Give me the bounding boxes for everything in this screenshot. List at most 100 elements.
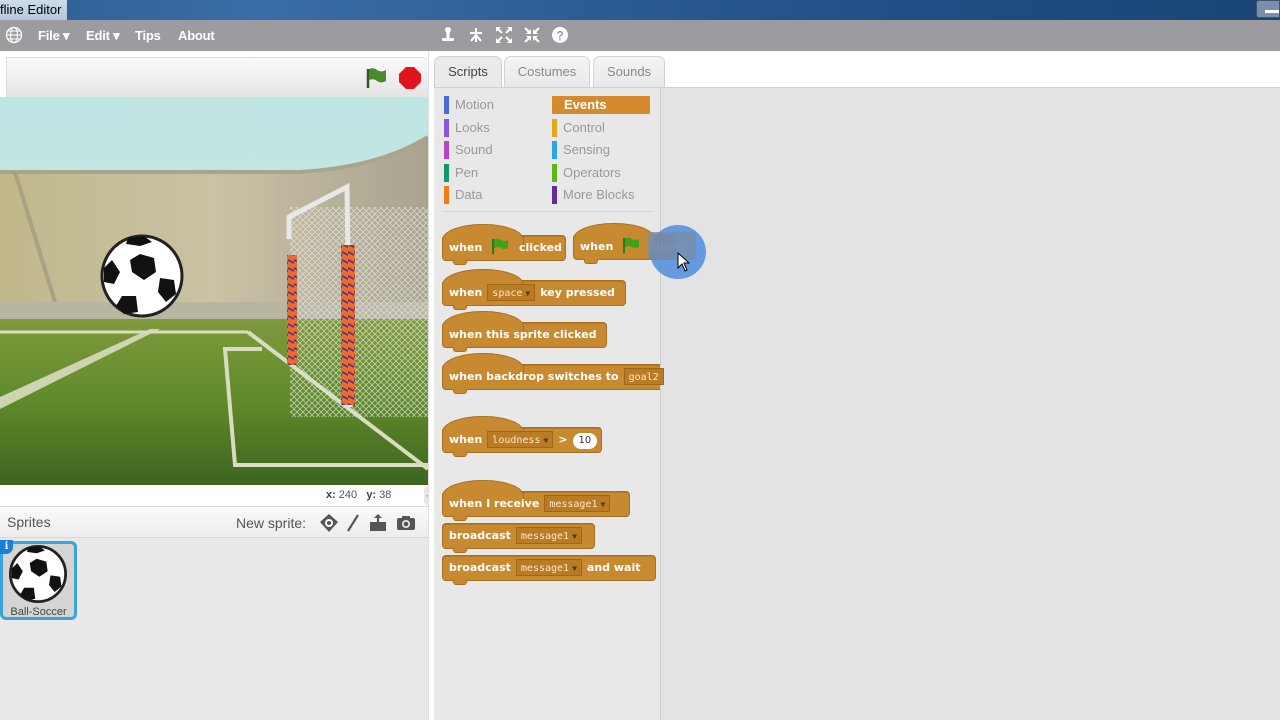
block-notch — [453, 389, 467, 394]
block-when-i-receive[interactable]: when I receive message1 ▼ — [442, 480, 630, 521]
message-dropdown[interactable]: message1 ▼ — [515, 559, 582, 576]
block-notch — [453, 452, 467, 457]
category-label: Looks — [455, 120, 490, 135]
green-flag-icon[interactable] — [364, 66, 388, 90]
mouse-x-label: x: — [326, 489, 336, 501]
dropdown-value: space — [492, 288, 523, 299]
category-data[interactable]: Data — [444, 186, 482, 204]
grow-icon[interactable] — [494, 26, 514, 46]
stage-canvas[interactable] — [0, 97, 428, 485]
menu-about[interactable]: About — [178, 28, 215, 43]
message-dropdown[interactable]: message1 ▼ — [544, 495, 611, 512]
mouse-coordinates: x: 240 y: 38 — [326, 489, 391, 501]
block-notch — [453, 260, 467, 265]
sprites-header: Sprites New sprite: — [0, 506, 428, 538]
category-label: Motion — [455, 97, 495, 112]
sprites-title: Sprites — [7, 514, 51, 530]
block-notch — [453, 305, 467, 310]
cut-scissors-icon[interactable] — [466, 26, 486, 46]
menu-edit[interactable]: Edit ▾ — [86, 28, 120, 44]
menu-file[interactable]: File ▾ — [38, 28, 70, 44]
tab-scripts[interactable]: Scripts — [434, 56, 502, 90]
block-when-backdrop-switches[interactable]: when backdrop switches to goal2 — [442, 353, 664, 394]
paint-new-sprite-icon[interactable] — [343, 513, 363, 533]
block-when-loudness-greater[interactable]: when loudness ▼ >10 — [442, 416, 602, 457]
block-text: and wait — [586, 561, 641, 574]
camera-icon[interactable] — [396, 513, 416, 533]
block-when-sprite-clicked[interactable]: when this sprite clicked — [442, 311, 607, 352]
scripts-area[interactable] — [660, 87, 1280, 720]
category-operators[interactable]: Operators — [552, 164, 621, 182]
green-flag-icon — [622, 237, 640, 253]
mouse-y-value: 38 — [379, 489, 392, 501]
stage-backdrop — [0, 97, 428, 485]
window-title: fline Editor — [0, 0, 68, 20]
category-color-swatch — [444, 164, 449, 182]
window-title-bar: fline Editor — [0, 0, 1280, 20]
minimize-button[interactable] — [1256, 0, 1280, 18]
category-label: Sensing — [563, 142, 610, 157]
block-broadcast[interactable]: broadcast message1 ▼ — [442, 523, 595, 553]
category-color-swatch — [444, 186, 449, 204]
block-text: when — [449, 433, 483, 446]
svg-text:?: ? — [556, 29, 563, 43]
category-label: Operators — [563, 165, 621, 180]
mouse-x-value: 240 — [338, 489, 358, 501]
category-looks[interactable]: Looks — [444, 119, 490, 137]
menu-bar: File ▾ Edit ▾ Tips About ? — [0, 20, 1280, 51]
dropdown-arrow-icon: ▼ — [572, 532, 577, 541]
category-color-swatch — [552, 186, 557, 204]
block-when-flag-clicked[interactable]: when clicked — [442, 224, 566, 265]
soccer-ball-sprite[interactable] — [100, 234, 184, 318]
sprite-item[interactable]: Ball-Soccer — [0, 541, 77, 620]
sprite-name: Ball-Soccer — [10, 606, 67, 618]
stop-icon[interactable] — [399, 67, 421, 89]
block-notch — [453, 347, 467, 352]
block-notch — [453, 516, 467, 521]
dropdown-arrow-icon: ▼ — [543, 436, 549, 445]
shrink-icon[interactable] — [522, 26, 542, 46]
category-label: Control — [563, 120, 605, 135]
category-more-blocks[interactable]: More Blocks — [552, 186, 635, 204]
dropdown-arrow-icon: ▼ — [525, 289, 531, 298]
category-label: Data — [455, 187, 483, 202]
category-color-swatch — [552, 119, 557, 137]
category-motion[interactable]: Motion — [444, 96, 494, 114]
block-text: when backdrop switches to — [449, 370, 619, 383]
threshold-input[interactable]: 10 — [572, 433, 598, 449]
sensor-dropdown[interactable]: loudness ▼ — [487, 431, 554, 448]
category-pen[interactable]: Pen — [444, 164, 478, 182]
globe-icon[interactable] — [5, 26, 23, 44]
backdrop-dropdown[interactable]: goal2 — [623, 368, 664, 385]
tab-sounds[interactable]: Sounds — [593, 56, 665, 88]
message-dropdown[interactable]: message1 ▼ — [515, 527, 582, 544]
block-text: clicked — [518, 241, 562, 254]
block-text: when — [449, 241, 483, 254]
category-control[interactable]: Control — [552, 119, 605, 137]
category-sensing[interactable]: Sensing — [552, 141, 610, 159]
key-dropdown[interactable]: space ▼ — [487, 284, 536, 301]
block-text: broadcast — [449, 529, 511, 542]
tab-costumes[interactable]: Costumes — [504, 56, 590, 88]
block-broadcast-and-wait[interactable]: broadcast message1 ▼ and wait — [442, 555, 656, 585]
block-text: when this sprite clicked — [449, 328, 597, 341]
sprite-thumbnail — [9, 545, 67, 603]
block-text: key pressed — [540, 286, 615, 299]
block-text: broadcast — [449, 561, 511, 574]
dropdown-value: loudness — [492, 435, 541, 446]
mouse-cursor-icon — [677, 251, 691, 272]
category-label: More Blocks — [563, 187, 635, 202]
choose-sprite-from-library-icon[interactable] — [319, 513, 339, 533]
help-icon[interactable]: ? — [550, 26, 570, 46]
category-sound[interactable]: Sound — [444, 141, 493, 159]
menu-tips[interactable]: Tips — [135, 28, 161, 43]
block-text: > — [558, 433, 568, 446]
block-when-key-pressed[interactable]: when space ▼ key pressed — [442, 269, 626, 310]
category-events[interactable]: Events — [552, 96, 650, 114]
upload-sprite-icon[interactable] — [368, 513, 388, 533]
dropdown-value: message1 — [520, 563, 570, 574]
category-color-swatch — [444, 96, 449, 114]
duplicate-stamp-icon[interactable] — [438, 26, 458, 46]
green-flag-icon — [491, 238, 509, 254]
dropdown-value: message1 — [520, 531, 570, 542]
